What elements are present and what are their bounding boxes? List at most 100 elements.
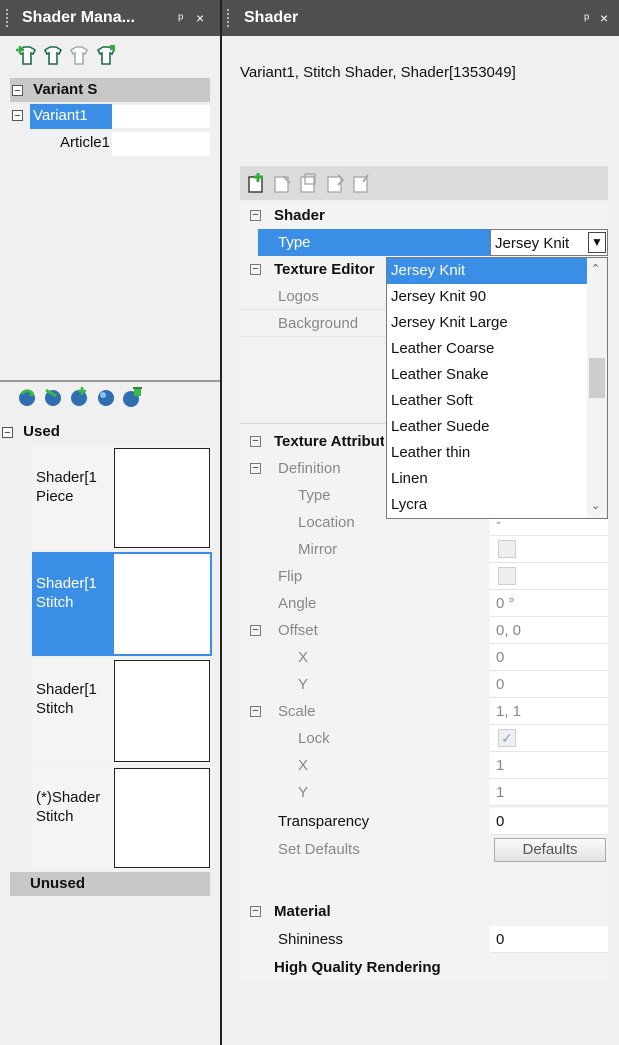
collapse-icon[interactable]: − <box>250 463 261 474</box>
import-property-icon[interactable] <box>325 172 347 194</box>
collapse-icon[interactable]: − <box>250 210 261 221</box>
collapse-icon[interactable]: − <box>250 706 261 717</box>
lock-checkbox[interactable]: ✓ <box>498 729 516 747</box>
tree-row-variant1[interactable]: − Variant1 <box>10 104 210 129</box>
shader-tile[interactable]: (*)Shader Stitch <box>32 766 212 870</box>
dropdown-option[interactable]: Leather Soft <box>387 388 607 414</box>
category-material[interactable]: − Material <box>240 898 608 925</box>
property-type[interactable]: Type Jersey Knit ▼ <box>240 229 608 256</box>
property-value[interactable]: 1 <box>490 752 608 779</box>
property-value[interactable]: 1 <box>490 779 608 806</box>
expand-toggle-icon[interactable]: − <box>12 110 23 122</box>
property-value[interactable]: 0 <box>490 671 608 698</box>
shader-sphere-icon[interactable] <box>95 386 117 408</box>
property-value-cell: ✓ <box>490 725 608 752</box>
dropdown-option[interactable]: Leather Suede <box>387 414 607 440</box>
apply-shader-icon[interactable] <box>42 386 64 408</box>
collapse-icon[interactable]: − <box>250 436 261 447</box>
flip-checkbox[interactable] <box>498 567 516 585</box>
collapse-icon[interactable]: − <box>250 625 261 636</box>
property-value[interactable]: 1, 1 <box>490 698 608 725</box>
property-flip[interactable]: Flip <box>240 563 608 590</box>
shirt-edit-icon[interactable] <box>95 44 117 66</box>
panel-divider[interactable] <box>0 380 220 382</box>
property-scale-y[interactable]: Y 1 <box>240 779 608 806</box>
property-offset-y[interactable]: Y 0 <box>240 671 608 698</box>
shader-tile-name: Shader[1 <box>36 681 97 698</box>
variant-toolbar <box>16 44 156 70</box>
add-property-icon[interactable] <box>246 172 268 194</box>
pin-icon[interactable]: ᵖ <box>584 0 589 36</box>
used-group-header[interactable]: − Used <box>0 420 220 444</box>
defaults-button[interactable]: Defaults <box>494 838 606 862</box>
shirt-icon[interactable] <box>42 44 64 66</box>
collapse-icon[interactable]: − <box>250 906 261 917</box>
expand-toggle-icon[interactable]: − <box>12 84 23 96</box>
property-label: Shininess <box>278 931 344 948</box>
dropdown-option[interactable]: Jersey Knit <box>387 258 587 284</box>
dropdown-option[interactable]: Jersey Knit Large <box>387 310 607 336</box>
property-mirror[interactable]: Mirror <box>240 536 608 563</box>
shader-tile-selected[interactable]: Shader[1 Stitch <box>32 552 212 656</box>
collapse-icon[interactable]: − <box>250 264 261 275</box>
close-icon[interactable]: × <box>600 0 608 36</box>
property-offset[interactable]: − Offset 0, 0 <box>240 617 608 644</box>
property-scale-x[interactable]: X 1 <box>240 752 608 779</box>
dropdown-option[interactable]: Lycra <box>387 492 607 518</box>
export-property-icon[interactable] <box>351 172 373 194</box>
type-dropdown-list[interactable]: Jersey Knit Jersey Knit 90 Jersey Knit L… <box>386 257 608 519</box>
dropdown-option[interactable]: Linen <box>387 466 607 492</box>
property-label: Location <box>298 514 355 531</box>
scroll-up-icon[interactable]: ⌃ <box>591 262 600 275</box>
property-value[interactable]: 0 <box>490 644 608 671</box>
tree-row-article1[interactable]: Article1 <box>10 131 210 157</box>
property-offset-x[interactable]: X 0 <box>240 644 608 671</box>
dropdown-option[interactable]: Leather thin <box>387 440 607 466</box>
property-transparency[interactable]: Transparency 0 <box>240 808 608 835</box>
shirt-disabled-icon[interactable] <box>68 44 90 66</box>
tree-value-article1[interactable] <box>112 132 210 156</box>
property-scale[interactable]: − Scale 1, 1 <box>240 698 608 725</box>
scrollbar-thumb[interactable] <box>589 358 605 398</box>
scroll-down-icon[interactable]: ⌄ <box>591 499 600 512</box>
category-label: Texture Attributes <box>274 433 384 450</box>
property-angle[interactable]: Angle 0 ° <box>240 590 608 617</box>
category-label: Texture Editor <box>274 261 375 278</box>
dropdown-option[interactable]: Leather Coarse <box>387 336 607 362</box>
property-value-cell <box>490 563 608 590</box>
transparency-input[interactable]: 0 <box>490 808 608 835</box>
expand-toggle-icon[interactable]: − <box>2 426 13 438</box>
drag-grip[interactable] <box>226 8 230 28</box>
property-shininess[interactable]: Shininess 0 <box>240 926 608 953</box>
close-icon[interactable]: × <box>196 0 204 36</box>
property-lock[interactable]: Lock ✓ <box>240 725 608 752</box>
tree-label-article1[interactable]: Article1 <box>30 131 112 157</box>
shader-tile[interactable]: Shader[1 Stitch <box>32 658 212 764</box>
panel-title: Shader Mana... <box>22 9 135 26</box>
tree-value-variant1[interactable] <box>112 105 210 128</box>
shader-thumbnail <box>114 768 210 868</box>
shader-tile[interactable]: Shader[1 Piece <box>32 446 212 550</box>
property-value[interactable]: 0 ° <box>490 590 608 617</box>
category-hq-rendering[interactable]: High Quality Rendering <box>240 954 608 981</box>
unused-group-header[interactable]: Unused <box>10 872 210 896</box>
refresh-shader-icon[interactable] <box>16 386 38 408</box>
delete-shader-icon[interactable] <box>121 386 143 408</box>
mirror-checkbox[interactable] <box>498 540 516 558</box>
dropdown-scrollbar[interactable]: ⌃ ⌄ <box>587 258 607 518</box>
chevron-down-icon[interactable]: ▼ <box>588 232 606 253</box>
pin-icon[interactable]: ᵖ <box>178 0 183 36</box>
edit-property-icon[interactable] <box>272 172 294 194</box>
drag-grip[interactable] <box>5 8 9 28</box>
property-value[interactable]: 0, 0 <box>490 617 608 644</box>
shader-thumbnail <box>114 554 210 654</box>
add-variant-icon[interactable] <box>16 44 38 66</box>
copy-property-icon[interactable] <box>298 172 320 194</box>
dropdown-option[interactable]: Jersey Knit 90 <box>387 284 607 310</box>
add-shader-icon[interactable] <box>68 386 90 408</box>
dropdown-option[interactable]: Leather Snake <box>387 362 607 388</box>
property-set-defaults[interactable]: Set Defaults Defaults <box>240 836 608 863</box>
shininess-input[interactable]: 0 <box>490 926 608 953</box>
tree-label-variant1[interactable]: Variant1 <box>30 104 112 129</box>
category-shader[interactable]: − Shader <box>240 202 608 229</box>
